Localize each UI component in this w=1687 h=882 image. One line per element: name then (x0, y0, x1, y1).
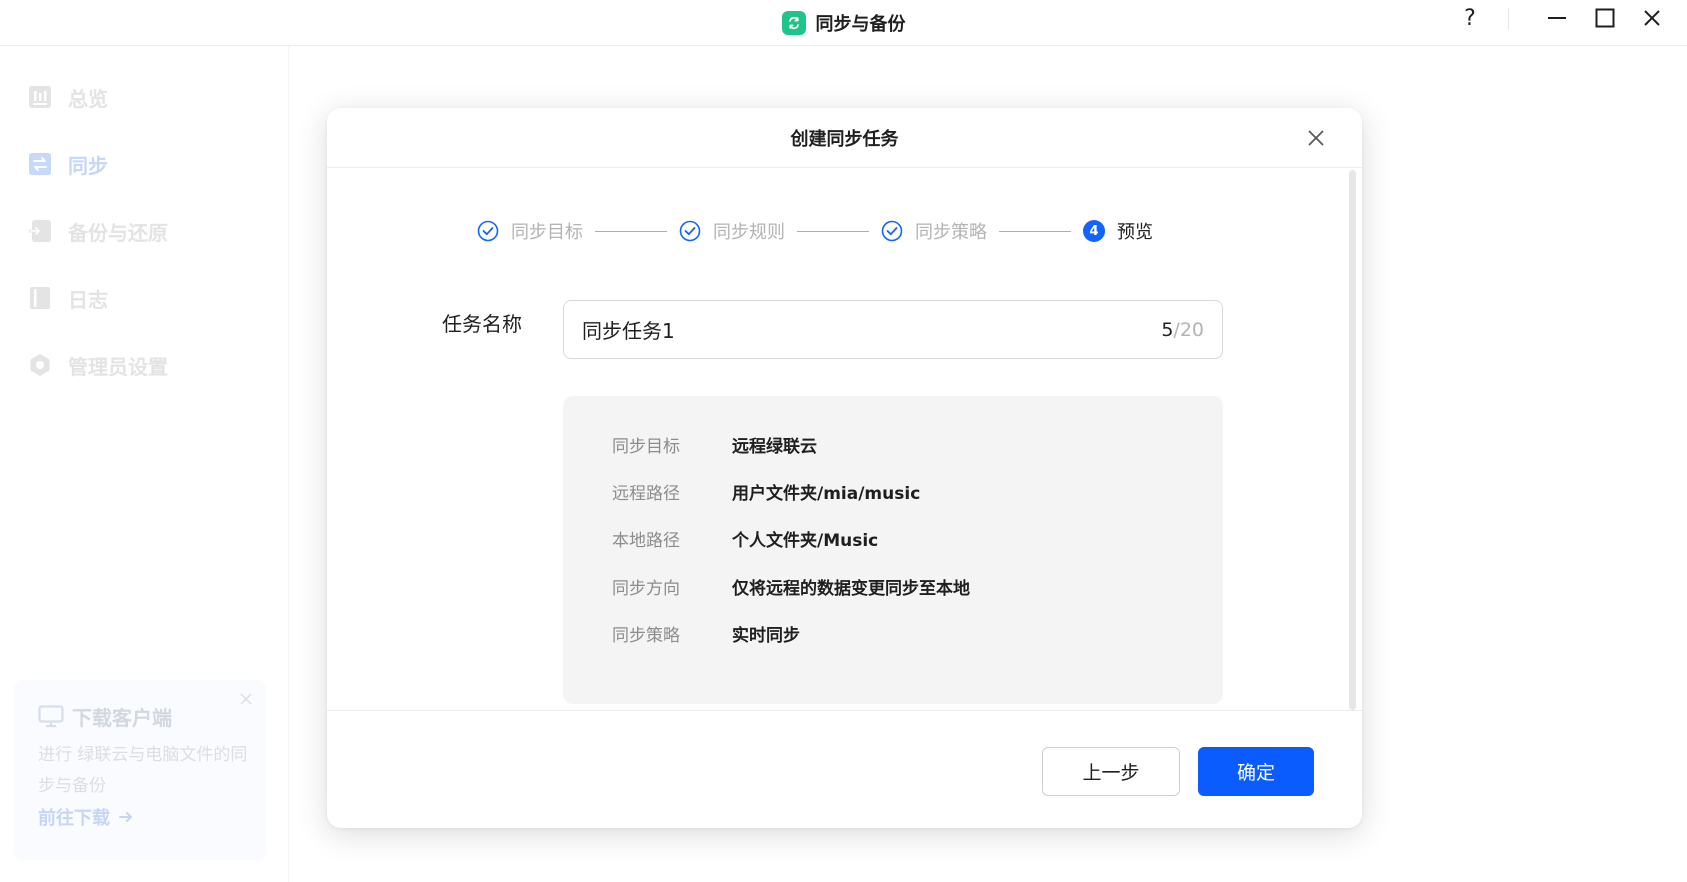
check-circle-icon (477, 220, 499, 242)
window-title-group: 同步与备份 (0, 0, 1687, 46)
step-indicator: 同步目标 同步规则 同步策略 4 预览 (477, 216, 1153, 246)
task-name-value: 同步任务1 (582, 319, 675, 343)
dialog-header: 创建同步任务 (327, 108, 1362, 168)
close-icon (1308, 130, 1324, 146)
preview-row-remote-path: 远程路径 用户文件夹/mia/music (612, 483, 921, 504)
preview-row-sync-strategy: 同步策略 实时同步 (612, 625, 800, 646)
preview-row-local-path: 本地路径 个人文件夹/Music (612, 530, 879, 551)
check-circle-icon (679, 220, 701, 242)
check-circle-icon (881, 220, 903, 242)
close-icon (1644, 10, 1660, 26)
maximize-button[interactable] (1587, 0, 1623, 36)
char-counter: 5/20 (1161, 318, 1204, 341)
step-connector (797, 230, 869, 232)
task-preview-panel: 同步目标 远程绿联云 远程路径 用户文件夹/mia/music 本地路径 个人文… (563, 396, 1223, 704)
maximize-icon (1595, 8, 1615, 28)
step-connector (999, 230, 1071, 232)
window-close-button[interactable] (1634, 0, 1670, 36)
step-connector (595, 230, 667, 232)
step-sync-rules: 同步规则 (679, 218, 785, 244)
minimize-icon (1548, 17, 1566, 19)
preview-row-sync-target: 同步目标 远程绿联云 (612, 436, 817, 457)
window-title: 同步与备份 (815, 14, 906, 35)
titlebar-divider (1508, 8, 1509, 30)
step-sync-target: 同步目标 (477, 218, 583, 244)
confirm-button[interactable]: 确定 (1198, 747, 1314, 796)
minimize-button[interactable] (1539, 0, 1575, 36)
create-sync-task-dialog: 创建同步任务 同步目标 同步规则 同步策略 4 预览 任务名称 同步任务1 5/… (327, 108, 1362, 828)
step-sync-strategy: 同步策略 (881, 218, 987, 244)
dialog-scrollbar[interactable] (1349, 170, 1356, 710)
task-name-label: 任务名称 (442, 312, 522, 336)
step-number-badge: 4 (1083, 220, 1105, 242)
task-name-input[interactable]: 同步任务1 5/20 (563, 300, 1223, 359)
dialog-footer: 上一步 确定 (327, 710, 1362, 828)
step-preview: 4 预览 (1083, 218, 1153, 244)
preview-row-sync-direction: 同步方向 仅将远程的数据变更同步至本地 (612, 578, 970, 599)
help-button[interactable]: ? (1452, 0, 1488, 36)
dialog-title: 创建同步任务 (790, 128, 899, 150)
previous-step-button[interactable]: 上一步 (1042, 747, 1180, 796)
title-bar: 同步与备份 ? (0, 0, 1687, 46)
app-logo-icon (781, 11, 806, 35)
dialog-close-button[interactable] (1304, 126, 1328, 150)
help-icon: ? (1464, 5, 1476, 31)
